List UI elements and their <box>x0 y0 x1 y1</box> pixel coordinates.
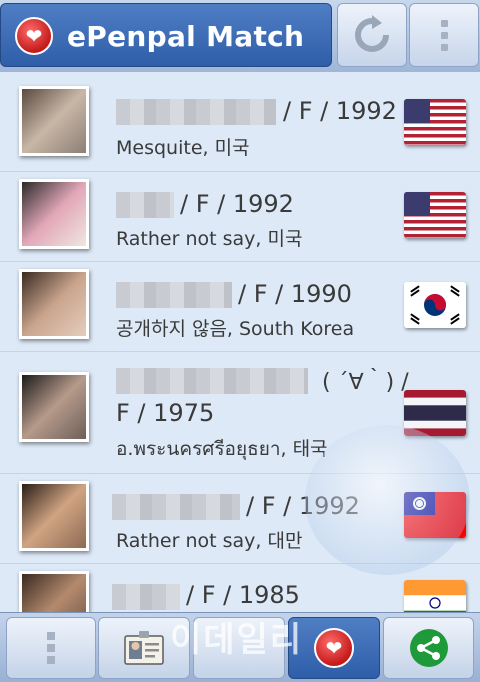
username-blurred <box>112 584 180 610</box>
overflow-menu-button[interactable] <box>6 617 96 679</box>
user-photo <box>19 571 89 612</box>
share-button[interactable] <box>383 617 474 679</box>
user-photo <box>19 372 89 442</box>
username-blurred <box>116 282 232 308</box>
user-photo <box>19 86 89 156</box>
flag-th-icon <box>404 390 466 436</box>
user-photo <box>19 481 89 551</box>
menu-button[interactable] <box>193 617 285 679</box>
user-photo <box>19 269 89 339</box>
share-icon <box>409 629 448 667</box>
list-item[interactable]: / F / 1992 Rather not say, 미국 <box>0 172 480 262</box>
flag-us-icon <box>404 192 466 238</box>
refresh-button[interactable] <box>337 3 407 67</box>
list-item[interactable]: / F / 1992 Mesquite, 미국 <box>0 72 480 172</box>
user-location: อ.พระนครศรีอยุธยา, 태국 <box>116 438 328 460</box>
user-location: Rather not say, 대만 <box>116 530 303 552</box>
user-info-line1: ( ´∀｀) / <box>322 370 409 395</box>
penpal-list: / F / 1992 Mesquite, 미국 / F / 1992 Rathe… <box>0 72 480 612</box>
list-item[interactable]: / F / 1992 Rather not say, 대만 <box>0 474 480 564</box>
bottom-nav-bar: ❤ <box>0 612 480 682</box>
heart-icon: ❤ <box>314 628 354 668</box>
user-location: 공개하지 않음, South Korea <box>116 318 355 340</box>
username-blurred <box>116 368 308 394</box>
heart-icon: ❤ <box>15 17 53 55</box>
user-info: / F / 1990 <box>238 280 352 308</box>
username-blurred <box>116 99 276 125</box>
list-item[interactable]: ( ´∀｀) / F / 1975 อ.พระนครศรีอยุธยา, 태국 <box>0 352 480 474</box>
flag-us-icon <box>404 99 466 145</box>
overflow-menu-icon <box>47 632 55 664</box>
user-info: / F / 1992 <box>180 190 294 218</box>
overflow-menu-button[interactable] <box>409 3 479 67</box>
user-info: / F / 1985 <box>186 581 300 609</box>
profile-card-button[interactable] <box>98 617 190 679</box>
user-location: Mesquite, 미국 <box>116 137 250 159</box>
flag-kr-icon <box>404 282 466 328</box>
menu-icon <box>224 636 254 660</box>
username-blurred <box>112 494 240 520</box>
top-app-bar: ❤ ePenpal Match <box>0 0 480 73</box>
username-blurred <box>116 192 174 218</box>
user-info-line2: F / 1975 <box>116 399 215 427</box>
user-location: Rather not say, 미국 <box>116 228 303 250</box>
user-info: / F / 1992 <box>246 492 360 520</box>
user-photo <box>19 179 89 249</box>
user-info: / F / 1992 <box>283 97 397 125</box>
favorites-tab-active[interactable]: ❤ <box>288 617 380 679</box>
list-item[interactable]: / F / 1990 공개하지 않음, South Korea <box>0 262 480 352</box>
app-title-bar: ❤ ePenpal Match <box>0 3 332 67</box>
list-item[interactable]: / F / 1985 <box>0 564 480 612</box>
flag-tw-icon <box>404 492 466 538</box>
refresh-icon <box>355 15 389 52</box>
flag-in-icon <box>404 580 466 612</box>
app-title: ePenpal Match <box>67 20 305 53</box>
profile-card-icon <box>124 631 164 665</box>
